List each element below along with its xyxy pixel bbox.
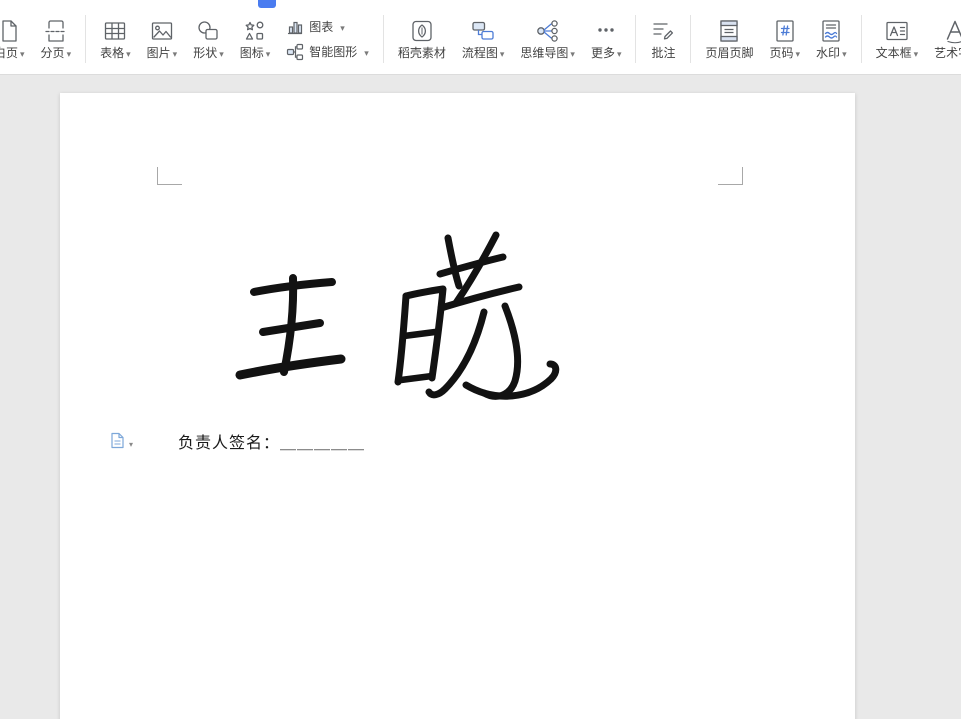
toolbar-item-more[interactable]: 更多: [583, 18, 630, 61]
inline-object-icon: [110, 432, 125, 454]
toolbar-item-label: 思维导图: [520, 47, 568, 60]
mindmap-icon: [535, 18, 561, 44]
icon-library-icon: [242, 18, 268, 44]
dropdown-caret-icon: [568, 47, 575, 61]
toolbar-item-label: 更多: [591, 47, 615, 60]
toolbar-stacked-group: 图表 智能图形: [278, 18, 377, 61]
page-break-icon: [43, 18, 69, 44]
dropdown-caret-icon: [65, 47, 72, 61]
toolbar-item-shapes[interactable]: 形状: [185, 18, 232, 61]
toolbar-item-docer-assets[interactable]: 稻壳素材: [390, 18, 454, 60]
toolbar-item-label: 流程图: [462, 47, 498, 60]
toolbar-item-label: 图表: [309, 18, 333, 35]
toolbar-item-label: 形状: [193, 47, 217, 60]
wordart-icon: [942, 18, 961, 44]
document-canvas: 负责人签名： ＿＿＿＿＿: [0, 75, 961, 719]
toolbar-item-blank-page[interactable]: 白页: [0, 18, 33, 61]
document-page[interactable]: 负责人签名： ＿＿＿＿＿: [60, 93, 855, 719]
toolbar-item-label: 图片: [147, 47, 171, 60]
watermark-icon: [818, 18, 844, 44]
toolbar-item-label: 智能图形: [309, 43, 357, 60]
toolbar-item-smartart[interactable]: 智能图形: [286, 43, 369, 61]
toolbar-item-label: 表格: [100, 47, 124, 60]
toolbar-item-page-number[interactable]: 页码: [762, 18, 809, 61]
margin-corner-mark-top-right: [718, 167, 743, 185]
comment-icon: [650, 18, 676, 44]
toolbar-item-comment[interactable]: 批注: [642, 18, 684, 60]
active-tab-indicator: [258, 0, 276, 8]
toolbar-item-label: 稻壳素材: [398, 47, 446, 60]
toolbar-item-chart[interactable]: 图表: [286, 18, 369, 36]
toolbar-item-label: 白页: [0, 47, 18, 60]
ribbon-toolbar: 白页 分页 表格 图片 形状 图标: [0, 0, 961, 75]
dropdown-caret-icon: [18, 47, 25, 61]
signature-blank-line: ＿＿＿＿＿: [280, 429, 365, 453]
toolbar-item-watermark[interactable]: 水印: [808, 18, 855, 61]
toolbar-separator: [861, 15, 862, 63]
textbox-icon: [884, 18, 910, 44]
toolbar-separator: [85, 15, 86, 63]
toolbar-item-label: 艺术字: [934, 47, 961, 60]
chart-icon: [286, 18, 304, 36]
dropdown-caret-icon: [217, 47, 224, 61]
toolbar-item-label: 分页: [41, 47, 65, 60]
toolbar-item-label: 页码: [770, 47, 794, 60]
toolbar-separator: [635, 15, 636, 63]
dropdown-caret-icon: [338, 20, 345, 34]
smartart-icon: [286, 43, 304, 61]
shapes-icon: [195, 18, 221, 44]
signature-line-label: 负责人签名：: [178, 429, 280, 453]
toolbar-item-wordart[interactable]: 艺术字: [926, 18, 961, 61]
toolbar-item-label: 图标: [240, 47, 264, 60]
toolbar-item-mindmap[interactable]: 思维导图: [512, 18, 583, 61]
dropdown-caret-icon: [794, 47, 801, 61]
dropdown-caret-icon: [124, 47, 131, 61]
flowchart-icon: [470, 18, 496, 44]
toolbar-item-textbox[interactable]: 文本框: [868, 18, 927, 61]
toolbar-separator: [383, 15, 384, 63]
toolbar-item-label: 水印: [816, 47, 840, 60]
table-icon: [102, 18, 128, 44]
header-footer-icon: [716, 18, 742, 44]
docer-assets-icon: [409, 18, 435, 44]
toolbar-item-label: 页眉页脚: [705, 47, 753, 60]
toolbar-separator: [690, 15, 691, 63]
handwritten-signature[interactable]: [228, 228, 573, 408]
dropdown-caret-icon: [127, 434, 133, 452]
margin-corner-mark-top-left: [157, 167, 182, 185]
toolbar-item-picture[interactable]: 图片: [139, 18, 186, 61]
more-ellipsis-icon: [593, 18, 619, 44]
page-number-icon: [772, 18, 798, 44]
dropdown-caret-icon: [171, 47, 178, 61]
toolbar-item-label: 批注: [651, 47, 675, 60]
picture-icon: [149, 18, 175, 44]
dropdown-caret-icon: [840, 47, 847, 61]
toolbar-item-table[interactable]: 表格: [92, 18, 139, 61]
toolbar-item-page-break[interactable]: 分页: [33, 18, 80, 61]
dropdown-caret-icon: [615, 47, 622, 61]
dropdown-caret-icon: [498, 47, 505, 61]
dropdown-caret-icon: [912, 47, 919, 61]
toolbar-item-label: 文本框: [876, 47, 912, 60]
toolbar-item-header-footer[interactable]: 页眉页脚: [697, 18, 761, 60]
inline-object-menu[interactable]: [110, 432, 133, 454]
toolbar-item-flowchart[interactable]: 流程图: [454, 18, 513, 61]
signature-line: 负责人签名： ＿＿＿＿＿: [178, 429, 365, 453]
dropdown-caret-icon: [362, 45, 369, 59]
toolbar-item-icons[interactable]: 图标: [232, 18, 279, 61]
dropdown-caret-icon: [264, 47, 271, 61]
blank-page-icon: [0, 18, 22, 44]
